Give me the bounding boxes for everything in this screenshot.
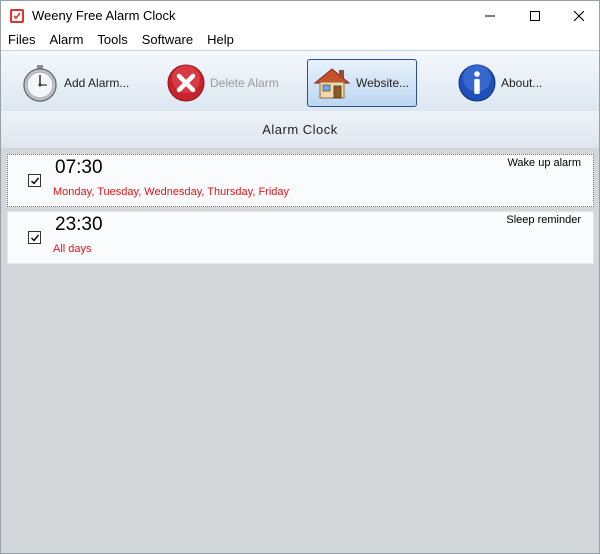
delete-alarm-label: Delete Alarm xyxy=(210,76,279,90)
stopwatch-icon xyxy=(23,65,57,102)
list-header: Alarm Clock xyxy=(1,111,599,149)
menu-files[interactable]: Files xyxy=(1,30,42,50)
alarm-list: 07:30 Monday, Tuesday, Wednesday, Thursd… xyxy=(1,149,599,553)
list-header-title: Alarm Clock xyxy=(262,122,338,137)
alarm-item[interactable]: 07:30 Monday, Tuesday, Wednesday, Thursd… xyxy=(7,154,594,207)
alarm-enabled-checkbox[interactable] xyxy=(28,231,41,244)
alarm-name: Sleep reminder xyxy=(506,214,581,226)
alarm-time: 07:30 xyxy=(55,157,103,178)
about-label: About... xyxy=(501,76,543,90)
add-alarm-button[interactable]: Add Alarm... xyxy=(15,59,134,107)
delete-x-icon xyxy=(167,64,205,102)
checkmark-icon xyxy=(31,177,40,185)
title-bar: Weeny Free Alarm Clock xyxy=(1,1,599,30)
delete-alarm-button[interactable]: Delete Alarm xyxy=(161,59,284,107)
toolbar: Add Alarm... Delete Alarm Website... Abo… xyxy=(1,50,599,111)
maximize-button[interactable] xyxy=(512,1,557,30)
alarm-time: 23:30 xyxy=(55,214,103,235)
alarm-clock-app-icon xyxy=(10,9,24,23)
add-alarm-label: Add Alarm... xyxy=(64,76,130,90)
website-button[interactable]: Website... xyxy=(307,59,417,107)
alarm-enabled-checkbox[interactable] xyxy=(28,174,41,187)
info-icon xyxy=(458,64,496,102)
menu-bar: Files Alarm Tools Software Help xyxy=(1,30,599,50)
menu-tools[interactable]: Tools xyxy=(90,30,134,50)
window-title: Weeny Free Alarm Clock xyxy=(32,8,176,23)
about-button[interactable]: About... xyxy=(452,59,547,107)
house-icon xyxy=(313,68,351,99)
minimize-icon xyxy=(484,15,495,16)
alarm-name: Wake up alarm xyxy=(507,157,581,169)
checkmark-icon xyxy=(31,234,40,242)
close-button[interactable] xyxy=(556,1,599,30)
close-icon xyxy=(573,10,584,21)
alarm-item[interactable]: 23:30 All days Sleep reminder xyxy=(7,211,594,264)
alarm-days: All days xyxy=(53,243,92,255)
minimize-button[interactable] xyxy=(467,1,512,30)
alarm-days: Monday, Tuesday, Wednesday, Thursday, Fr… xyxy=(53,186,290,198)
menu-software[interactable]: Software xyxy=(135,30,200,50)
menu-help[interactable]: Help xyxy=(200,30,241,50)
website-label: Website... xyxy=(356,76,410,90)
app-window: Weeny Free Alarm Clock Files Alarm Tools… xyxy=(0,0,600,554)
maximize-icon xyxy=(529,10,540,21)
menu-alarm[interactable]: Alarm xyxy=(42,30,90,50)
